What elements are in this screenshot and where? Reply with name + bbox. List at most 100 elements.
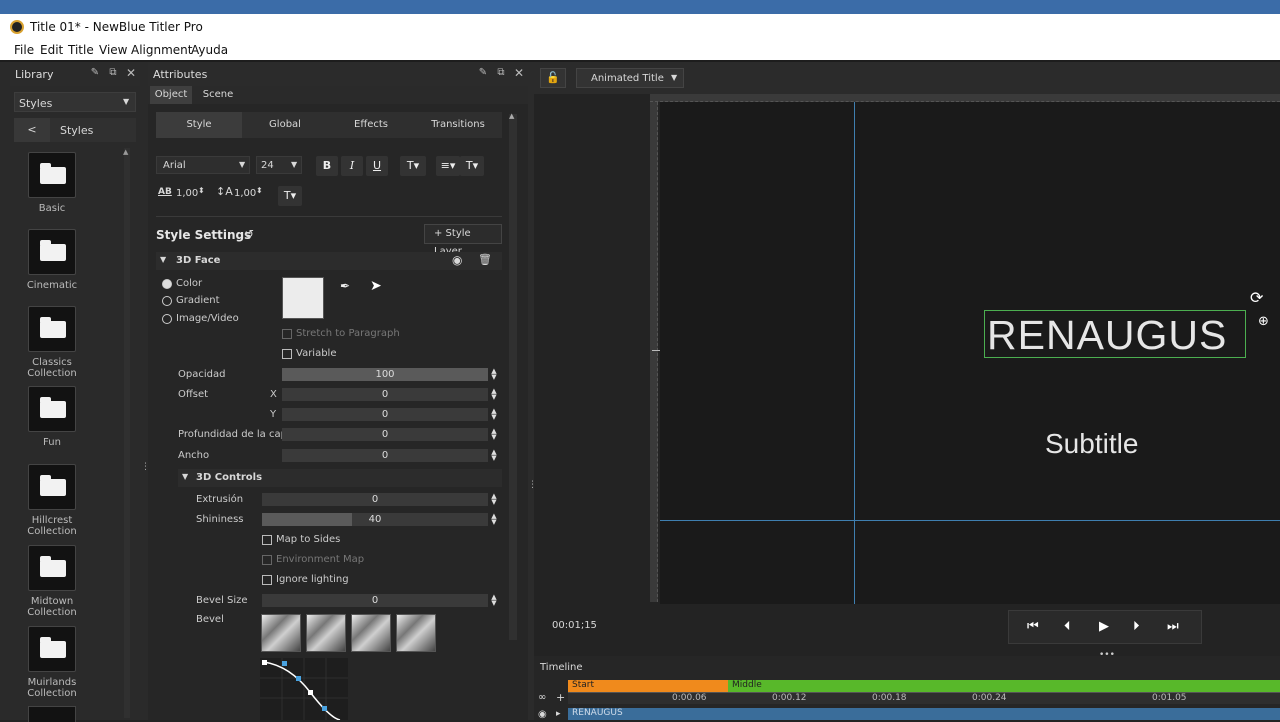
color-swatch[interactable] (282, 277, 324, 319)
offset-y-field[interactable]: 0 (282, 408, 488, 421)
controls-section-header[interactable]: ▼ 3D Controls (178, 469, 502, 487)
close-icon[interactable]: ✕ (512, 66, 526, 80)
underline-button[interactable]: U (366, 156, 388, 176)
back-button[interactable]: < (14, 118, 50, 142)
italic-button[interactable]: I (341, 156, 363, 176)
bevel-preset-3[interactable] (351, 614, 391, 652)
offset-x-spinner[interactable]: ▲ ▼ (490, 388, 498, 401)
tab-scene[interactable]: Scene (198, 86, 238, 104)
folder-item-classics[interactable]: Classics Collection (10, 306, 94, 382)
expand-icon[interactable]: ▸ (556, 709, 561, 719)
fill-color-radio[interactable] (162, 279, 172, 289)
eye-icon[interactable]: ◉ (452, 253, 462, 267)
variable-checkbox[interactable] (282, 349, 292, 359)
bold-button[interactable]: B (316, 156, 338, 176)
scroll-up-icon[interactable]: ▲ (123, 148, 128, 156)
width-spinner[interactable]: ▲ ▼ (490, 449, 498, 462)
extrusion-field[interactable]: 0 (262, 493, 488, 506)
scroll-up-icon[interactable]: ▲ (509, 112, 514, 120)
ignore-lighting-checkbox[interactable] (262, 575, 272, 585)
add-track-icon[interactable]: + (556, 691, 565, 704)
library-dropdown[interactable]: Styles ▼ (14, 92, 136, 112)
fill-gradient-radio[interactable] (162, 296, 172, 306)
tracking-value[interactable]: 1,00 (176, 188, 198, 199)
align-left-icon[interactable]: ≡▾ (436, 156, 460, 176)
eye-icon[interactable]: ◉ (538, 709, 547, 720)
menu-ayuda[interactable]: Ayuda (191, 43, 228, 57)
float-icon[interactable]: ⧉ (494, 66, 508, 80)
map-to-sides-checkbox[interactable] (262, 535, 272, 545)
skip-to-start-icon[interactable]: ⏮ (1027, 619, 1039, 634)
size-select[interactable]: 24 ▼ (256, 156, 302, 174)
track-bar[interactable]: RENAUGUS (568, 708, 1280, 720)
title-selection-box[interactable]: RENAUGUS (984, 310, 1246, 358)
skip-to-end-icon[interactable]: ⏭ (1167, 619, 1179, 634)
eyedropper-icon[interactable]: ✒ (340, 279, 350, 293)
link-icon[interactable]: ∞ (538, 692, 546, 703)
play-icon[interactable]: ▶ (1099, 619, 1109, 634)
title-canvas[interactable]: RENAUGUS Subtitle ⟳ ⊕ (660, 102, 1280, 604)
bevel-size-field[interactable]: 0 (262, 594, 488, 607)
extrusion-spinner[interactable]: ▲ ▼ (490, 493, 498, 506)
depth-field[interactable]: 0 (282, 428, 488, 441)
folder-item-midtown[interactable]: Midtown Collection (10, 545, 94, 621)
offset-y-spinner[interactable]: ▲ ▼ (490, 408, 498, 421)
step-forward-icon[interactable]: ⏵ (1133, 619, 1140, 634)
splitter-left[interactable]: ⋮ (140, 62, 150, 720)
text-case-icon[interactable]: T▾ (400, 156, 426, 176)
opacity-field[interactable]: 100 (282, 368, 488, 381)
folder-item-basic[interactable]: Basic (10, 152, 94, 214)
shininess-spinner[interactable]: ▲ ▼ (490, 513, 498, 526)
resize-grip-icon[interactable]: ••• (1099, 650, 1115, 660)
depth-spinner[interactable]: ▲ ▼ (490, 428, 498, 441)
menu-file[interactable]: File (14, 43, 34, 57)
folder-item-fun[interactable]: Fun (10, 386, 94, 448)
stretch-checkbox[interactable] (282, 329, 292, 339)
bevel-preset-2[interactable] (306, 614, 346, 652)
pin-icon[interactable]: ✎ (88, 66, 102, 80)
float-icon[interactable]: ⧉ (106, 66, 120, 80)
offset-x-field[interactable]: 0 (282, 388, 488, 401)
text-direction-icon[interactable]: T▾ (278, 186, 302, 206)
tab-object[interactable]: Object (150, 86, 192, 104)
start-segment[interactable]: Start (568, 680, 728, 692)
opacity-spinner[interactable]: ▲ ▼ (490, 368, 498, 381)
folder-item-muirlands[interactable]: Muirlands Collection (10, 626, 94, 702)
menu-title[interactable]: Title (68, 43, 94, 57)
folder-item-hillcrest[interactable]: Hillcrest Collection (10, 464, 94, 540)
close-icon[interactable]: ✕ (124, 66, 138, 80)
library-scrollbar[interactable]: ▲ (123, 148, 130, 718)
font-select[interactable]: Arial ▼ (156, 156, 250, 174)
tab-effects[interactable]: Effects (328, 112, 414, 138)
lock-icon[interactable]: 🔓 (540, 68, 566, 88)
width-field[interactable]: 0 (282, 449, 488, 462)
time-ruler[interactable]: 0:00.06 0:00.12 0:00.18 0:00.24 0:01.05 (568, 692, 1280, 704)
middle-segment[interactable]: Middle (728, 680, 1280, 692)
leading-value[interactable]: 1,00 (234, 188, 256, 199)
menu-view[interactable]: View (99, 43, 127, 57)
rotate-handle-icon[interactable]: ⟳ (1250, 288, 1263, 307)
menu-edit[interactable]: Edit (40, 43, 63, 57)
bevel-preset-1[interactable] (261, 614, 301, 652)
step-back-icon[interactable]: ⏴ (1064, 619, 1071, 634)
bevel-size-spinner[interactable]: ▲ ▼ (490, 594, 498, 607)
shininess-slider[interactable]: 40 (262, 513, 488, 526)
environment-map-checkbox[interactable] (262, 555, 272, 565)
style-layer-button[interactable]: + Style Layer (424, 224, 502, 257)
fill-image-radio[interactable] (162, 314, 172, 324)
bevel-preset-4[interactable] (396, 614, 436, 652)
subtitle-text[interactable]: Subtitle (1045, 428, 1138, 460)
mode-dropdown[interactable]: Animated Title ▼ (576, 68, 684, 88)
title-text[interactable]: RENAUGUS (987, 313, 1227, 357)
pin-icon[interactable]: ✎ (476, 66, 490, 80)
tab-transitions[interactable]: Transitions (414, 112, 502, 138)
leading-spinner[interactable]: ⬍ (256, 186, 263, 195)
attributes-scrollbar[interactable]: ▲ (509, 112, 517, 640)
bevel-curve-editor[interactable] (260, 658, 348, 720)
face-section-header[interactable]: ▼ 3D Face ◉ 🗑 (156, 252, 502, 270)
vertical-align-icon[interactable]: T▾ (460, 156, 484, 176)
move-handle-icon[interactable]: ⊕ (1258, 314, 1269, 329)
tab-global[interactable]: Global (242, 112, 328, 138)
tab-style[interactable]: Style (156, 112, 242, 138)
reset-icon[interactable]: ↺ (244, 227, 254, 241)
